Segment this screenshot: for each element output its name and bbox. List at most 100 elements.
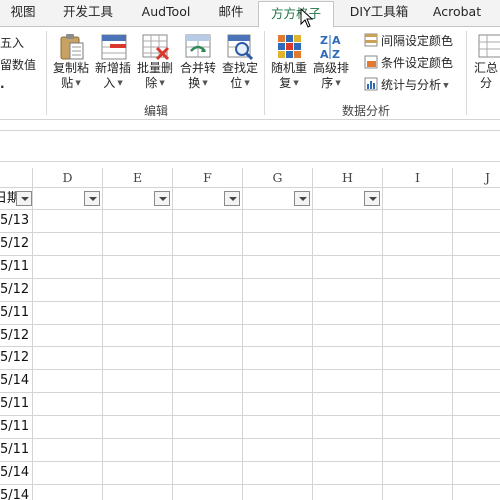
table-cell[interactable] xyxy=(243,393,313,416)
table-cell[interactable] xyxy=(103,325,173,347)
table-header-cell[interactable] xyxy=(173,188,243,210)
table-cell[interactable] xyxy=(243,279,313,302)
table-cell[interactable] xyxy=(33,233,103,256)
table-cell[interactable] xyxy=(453,256,500,279)
table-cell[interactable] xyxy=(453,462,500,485)
table-cell[interactable] xyxy=(313,347,383,370)
filter-dropdown-icon[interactable] xyxy=(224,191,240,206)
table-cell[interactable] xyxy=(383,347,453,370)
column-header-h[interactable]: H xyxy=(313,168,383,188)
table-cell[interactable] xyxy=(383,256,453,279)
table-cell[interactable] xyxy=(453,233,500,256)
table-cell[interactable] xyxy=(173,370,243,393)
date-cell[interactable]: 5/12 xyxy=(0,347,33,370)
table-cell[interactable] xyxy=(103,439,173,462)
table-cell[interactable] xyxy=(243,485,313,500)
date-cell[interactable]: 5/12 xyxy=(0,325,33,347)
table-cell[interactable] xyxy=(453,325,500,347)
table-cell[interactable] xyxy=(173,210,243,233)
batch-delete-button[interactable]: 批量删 除 ▼ xyxy=(134,31,176,97)
table-cell[interactable] xyxy=(243,256,313,279)
table-cell[interactable] xyxy=(313,393,383,416)
date-cell[interactable]: 5/11 xyxy=(0,393,33,416)
table-cell[interactable] xyxy=(313,416,383,439)
table-cell[interactable] xyxy=(313,279,383,302)
table-cell[interactable] xyxy=(173,439,243,462)
table-cell[interactable] xyxy=(33,256,103,279)
table-cell[interactable] xyxy=(243,416,313,439)
table-cell[interactable] xyxy=(243,325,313,347)
table-cell[interactable] xyxy=(313,210,383,233)
tab-diy-toolbox[interactable]: DIY工具箱 xyxy=(340,0,418,26)
filter-dropdown-icon[interactable] xyxy=(84,191,100,206)
table-header-cell[interactable] xyxy=(103,188,173,210)
tab-fangfanggezi[interactable]: 方方格子 xyxy=(258,1,334,27)
date-cell[interactable]: 5/11 xyxy=(0,416,33,439)
condition-color-button[interactable]: 条件设定颜色 xyxy=(364,53,453,73)
tab-developer[interactable]: 开发工具 xyxy=(52,0,124,26)
table-cell[interactable] xyxy=(453,210,500,233)
filter-dropdown-icon[interactable] xyxy=(16,191,32,206)
date-cell[interactable]: 5/11 xyxy=(0,439,33,462)
table-cell[interactable] xyxy=(383,462,453,485)
table-cell[interactable] xyxy=(103,210,173,233)
table-cell[interactable] xyxy=(173,485,243,500)
table-cell[interactable] xyxy=(33,325,103,347)
table-cell[interactable] xyxy=(383,279,453,302)
date-cell[interactable]: 5/12 xyxy=(0,279,33,302)
table-cell[interactable] xyxy=(173,302,243,325)
filter-dropdown-icon[interactable] xyxy=(154,191,170,206)
table-cell[interactable] xyxy=(383,210,453,233)
table-cell[interactable] xyxy=(243,210,313,233)
table-cell[interactable] xyxy=(383,393,453,416)
advanced-sort-button[interactable]: Z A A Z 高级排 序 ▼ xyxy=(310,31,352,97)
table-cell[interactable] xyxy=(453,370,500,393)
column-header-e[interactable]: E xyxy=(103,168,173,188)
table-cell[interactable] xyxy=(453,302,500,325)
table-cell[interactable] xyxy=(243,233,313,256)
column-header-d[interactable]: D xyxy=(33,168,103,188)
column-header-c-partial[interactable] xyxy=(0,168,33,188)
date-cell[interactable]: 5/11 xyxy=(0,256,33,279)
table-cell[interactable] xyxy=(103,416,173,439)
table-cell[interactable] xyxy=(173,347,243,370)
table-cell[interactable] xyxy=(453,188,500,210)
table-cell[interactable] xyxy=(173,462,243,485)
table-cell[interactable] xyxy=(33,439,103,462)
filter-dropdown-icon[interactable] xyxy=(294,191,310,206)
table-cell[interactable] xyxy=(33,279,103,302)
table-cell[interactable] xyxy=(33,302,103,325)
tab-mail[interactable]: 邮件 xyxy=(208,0,254,26)
table-cell[interactable] xyxy=(33,462,103,485)
table-cell[interactable] xyxy=(173,393,243,416)
interval-color-button[interactable]: 间隔设定颜色 xyxy=(364,31,453,51)
table-cell[interactable] xyxy=(173,256,243,279)
date-cell[interactable]: 5/13 xyxy=(0,210,33,233)
table-cell[interactable] xyxy=(383,188,453,210)
table-cell[interactable] xyxy=(243,302,313,325)
table-cell[interactable] xyxy=(453,439,500,462)
table-cell[interactable] xyxy=(173,325,243,347)
insert-button[interactable]: 新增插 入 ▼ xyxy=(92,31,134,97)
date-cell[interactable]: 5/11 xyxy=(0,302,33,325)
statistics-button[interactable]: 统计与分析 ▼ xyxy=(364,75,449,95)
table-cell[interactable] xyxy=(243,462,313,485)
table-cell[interactable] xyxy=(103,462,173,485)
table-cell[interactable] xyxy=(103,393,173,416)
table-cell[interactable] xyxy=(313,233,383,256)
table-cell[interactable] xyxy=(103,370,173,393)
table-cell[interactable] xyxy=(33,370,103,393)
copy-paste-button[interactable]: 复制粘 贴 ▼ xyxy=(50,31,92,97)
round-button[interactable]: 五入 xyxy=(0,33,24,53)
table-cell[interactable] xyxy=(33,393,103,416)
table-cell[interactable] xyxy=(383,485,453,500)
merge-convert-button[interactable]: 合并转 换 ▼ xyxy=(177,31,219,97)
table-header-cell[interactable] xyxy=(313,188,383,210)
column-header-g[interactable]: G xyxy=(243,168,313,188)
tab-view[interactable]: 视图 xyxy=(2,0,44,26)
table-cell[interactable] xyxy=(33,210,103,233)
table-cell[interactable] xyxy=(383,439,453,462)
left-partial-more[interactable]: · xyxy=(0,77,5,97)
formula-bar[interactable] xyxy=(0,130,500,162)
table-cell[interactable] xyxy=(453,279,500,302)
